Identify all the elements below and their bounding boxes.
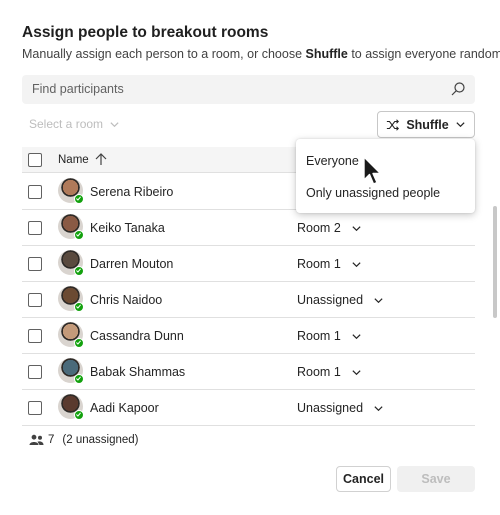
participant-name: Keiko Tanaka	[90, 221, 165, 235]
chevron-down-icon	[352, 369, 361, 375]
room-assignment-dropdown[interactable]: Room 2	[297, 221, 362, 235]
subtitle-shuffle-emphasis: Shuffle	[305, 47, 348, 61]
chevron-down-icon	[352, 225, 361, 231]
save-button[interactable]: Save	[397, 466, 475, 492]
room-assignment-dropdown[interactable]: Room 1	[297, 257, 362, 271]
chevron-down-icon	[374, 297, 383, 303]
search-icon[interactable]	[450, 81, 466, 97]
participant-name: Babak Shammas	[90, 365, 186, 379]
presence-available-icon	[74, 302, 84, 312]
people-icon	[29, 434, 44, 445]
select-room-label: Select a room	[29, 117, 104, 131]
room-assignment-dropdown[interactable]: Unassigned	[297, 293, 384, 307]
table-row: Aadi Kapoor Unassigned	[22, 390, 475, 426]
unassigned-count: (2 unassigned)	[62, 434, 139, 446]
room-assignment-dropdown[interactable]: Unassigned	[297, 401, 384, 415]
mouse-cursor-icon	[363, 156, 382, 185]
select-room-dropdown[interactable]: Select a room	[29, 117, 120, 131]
participant-total: 7	[48, 434, 55, 446]
table-row: Cassandra Dunn Room 1	[22, 318, 475, 354]
table-row: Babak Shammas Room 1	[22, 354, 475, 390]
row-checkbox[interactable]	[28, 365, 42, 379]
room-assignment-dropdown[interactable]: Room 1	[297, 329, 362, 343]
room-assignment-dropdown[interactable]: Room 1	[297, 365, 362, 379]
chevron-down-icon	[110, 121, 119, 127]
cancel-button[interactable]: Cancel	[336, 466, 391, 492]
shuffle-menu: Everyone Only unassigned people	[296, 139, 475, 213]
scrollbar[interactable]	[493, 206, 497, 318]
shuffle-label: Shuffle	[406, 117, 449, 132]
row-checkbox[interactable]	[28, 257, 42, 271]
presence-available-icon	[74, 230, 84, 240]
chevron-down-icon	[456, 122, 465, 128]
table-row: Darren Mouton Room 1	[22, 246, 475, 282]
presence-available-icon	[74, 338, 84, 348]
chevron-down-icon	[374, 405, 383, 411]
shuffle-option-unassigned[interactable]: Only unassigned people	[306, 186, 440, 200]
row-checkbox[interactable]	[28, 401, 42, 415]
dialog-subtitle: Manually assign each person to a room, o…	[22, 47, 500, 61]
sort-ascending-icon[interactable]	[94, 151, 108, 167]
participant-name: Chris Naidoo	[90, 293, 163, 307]
participant-name: Aadi Kapoor	[90, 401, 159, 415]
shuffle-option-everyone[interactable]: Everyone	[306, 154, 359, 168]
row-checkbox[interactable]	[28, 329, 42, 343]
dialog-title: Assign people to breakout rooms	[22, 24, 269, 41]
room-label: Unassigned	[297, 293, 364, 307]
participant-name: Cassandra Dunn	[90, 329, 184, 343]
presence-available-icon	[74, 374, 84, 384]
name-column-header[interactable]: Name	[58, 154, 89, 166]
chevron-down-icon	[352, 333, 361, 339]
room-label: Room 1	[297, 365, 341, 379]
presence-available-icon	[74, 194, 84, 204]
presence-available-icon	[74, 410, 84, 420]
participant-name: Darren Mouton	[90, 257, 174, 271]
room-label: Room 1	[297, 257, 341, 271]
row-checkbox[interactable]	[28, 185, 42, 199]
row-checkbox[interactable]	[28, 293, 42, 307]
table-row: Chris Naidoo Unassigned	[22, 282, 475, 318]
search-placeholder: Find participants	[32, 82, 124, 96]
room-label: Room 1	[297, 329, 341, 343]
participant-count: 7 (2 unassigned)	[29, 434, 138, 446]
table-row: Keiko Tanaka Room 2	[22, 210, 475, 246]
participant-name: Serena Ribeiro	[90, 185, 174, 199]
presence-available-icon	[74, 266, 84, 276]
chevron-down-icon	[352, 261, 361, 267]
room-label: Room 2	[297, 221, 341, 235]
select-all-checkbox[interactable]	[28, 153, 42, 167]
shuffle-button[interactable]: Shuffle	[377, 111, 475, 138]
row-checkbox[interactable]	[28, 221, 42, 235]
room-label: Unassigned	[297, 401, 364, 415]
shuffle-icon	[387, 118, 400, 131]
search-input[interactable]: Find participants	[22, 75, 475, 104]
